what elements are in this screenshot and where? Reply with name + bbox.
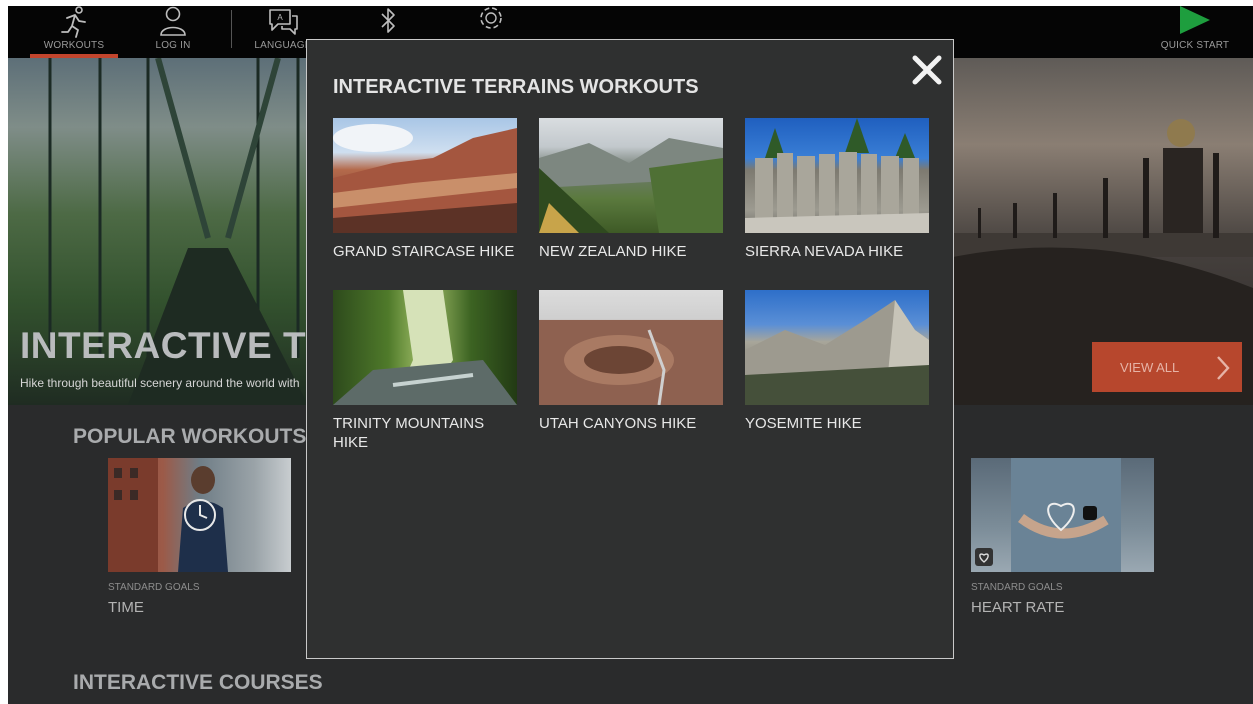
runner-icon — [61, 6, 86, 38]
terrains-modal: INTERACTIVE TERRAINS WORKOUTS GRAND STAI… — [306, 39, 954, 659]
nav-workouts[interactable]: WORKOUTS — [30, 6, 118, 58]
popular-workouts-title: POPULAR WORKOUTS — [73, 425, 307, 448]
nav-divider — [231, 10, 232, 48]
user-icon — [160, 6, 186, 36]
yosemite-image — [745, 290, 929, 405]
time-card-image — [108, 458, 291, 572]
sierra-nevada-image — [745, 118, 929, 233]
heart-rate-card-label: HEART RATE — [971, 599, 1065, 616]
view-all-label: VIEW ALL — [1120, 360, 1180, 375]
new-zealand-image — [539, 118, 723, 233]
nav-workouts-label: WORKOUTS — [43, 40, 105, 51]
new-zealand-label: NEW ZEALAND HIKE — [539, 243, 687, 260]
heart-rate-card-image — [971, 458, 1154, 572]
bluetooth-icon — [381, 8, 395, 33]
hero-subtitle: Hike through beautiful scenery around th… — [20, 376, 300, 390]
close-icon — [912, 55, 942, 85]
sierra-nevada-label: SIERRA NEVADA HIKE — [745, 243, 904, 260]
svg-text:A: A — [277, 13, 283, 22]
play-icon — [1180, 6, 1210, 34]
gear-icon — [480, 7, 502, 29]
interactive-courses-title: INTERACTIVE COURSES — [73, 671, 323, 694]
time-card-label: TIME — [108, 599, 144, 616]
chevron-right-icon — [1217, 356, 1230, 380]
quick-start-button[interactable]: QUICK START — [1150, 6, 1240, 58]
grand-staircase-image — [333, 118, 517, 233]
utah-canyons-label: UTAH CANYONS HIKE — [539, 415, 697, 432]
close-button[interactable] — [911, 54, 943, 86]
nav-login[interactable]: LOG IN — [138, 6, 208, 58]
utah-canyons-image — [539, 290, 723, 405]
modal-title: INTERACTIVE TERRAINS WORKOUTS — [333, 76, 699, 98]
quick-start-label: QUICK START — [1160, 40, 1230, 51]
heart-rate-card-kicker: STANDARD GOALS — [971, 582, 1063, 593]
nav-login-label: LOG IN — [155, 40, 191, 51]
trinity-mountains-label: TRINITY MOUNTAINS HIKE — [333, 415, 485, 451]
yosemite-label: YOSEMITE HIKE — [745, 415, 862, 432]
time-card-kicker: STANDARD GOALS — [108, 582, 200, 593]
grand-staircase-label: GRAND STAIRCASE HIKE — [333, 243, 515, 260]
language-icon: A — [269, 9, 298, 35]
view-all-button[interactable]: VIEW ALL — [1092, 342, 1242, 392]
trinity-mountains-image — [333, 290, 517, 405]
